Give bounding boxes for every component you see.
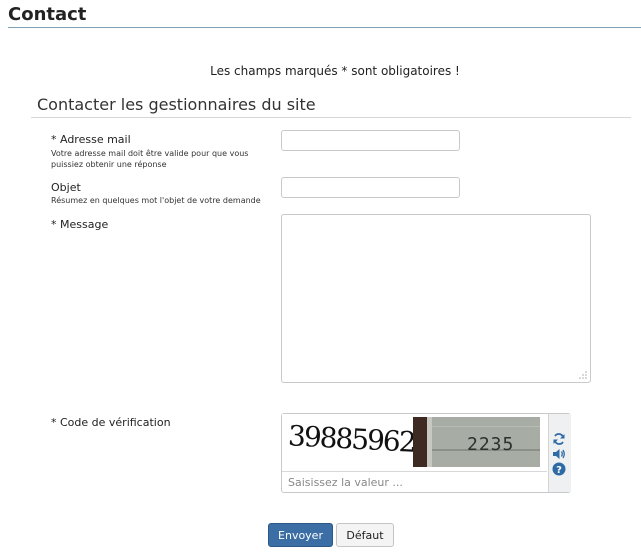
svg-text:?: ? bbox=[556, 465, 562, 476]
message-label: * Message bbox=[51, 218, 109, 231]
email-field[interactable] bbox=[281, 130, 460, 151]
submit-button[interactable]: Envoyer bbox=[268, 523, 333, 547]
reset-button[interactable]: Défaut bbox=[336, 523, 394, 547]
captcha-image: 39885962 2235 bbox=[282, 414, 548, 470]
title-divider bbox=[8, 27, 641, 28]
subject-hint: Résumez en quelques mot l'objet de votre… bbox=[51, 196, 261, 205]
help-icon[interactable]: ? bbox=[551, 461, 567, 477]
message-textarea[interactable] bbox=[281, 214, 591, 383]
form-legend: Contacter les gestionnaires du site bbox=[37, 95, 316, 114]
captcha-label: * Code de vérification bbox=[51, 416, 171, 429]
captcha-input[interactable]: Saisissez la valeur ... bbox=[282, 471, 547, 492]
email-label: * Adresse mail bbox=[51, 133, 131, 146]
captcha-text-1: 39885962 bbox=[287, 419, 415, 459]
audio-icon[interactable] bbox=[551, 446, 567, 462]
subject-label: Objet bbox=[51, 181, 81, 194]
resize-grip-icon[interactable] bbox=[578, 370, 588, 380]
page-title: Contact bbox=[8, 4, 87, 25]
required-fields-note: Les champs marqués * sont obligatoires ! bbox=[210, 64, 460, 78]
legend-divider bbox=[31, 117, 631, 118]
refresh-icon[interactable] bbox=[551, 431, 567, 447]
captcha-text-2: 2235 bbox=[467, 434, 514, 455]
subject-field[interactable] bbox=[281, 177, 460, 198]
email-hint: Votre adresse mail doit être valide pour… bbox=[51, 149, 249, 169]
